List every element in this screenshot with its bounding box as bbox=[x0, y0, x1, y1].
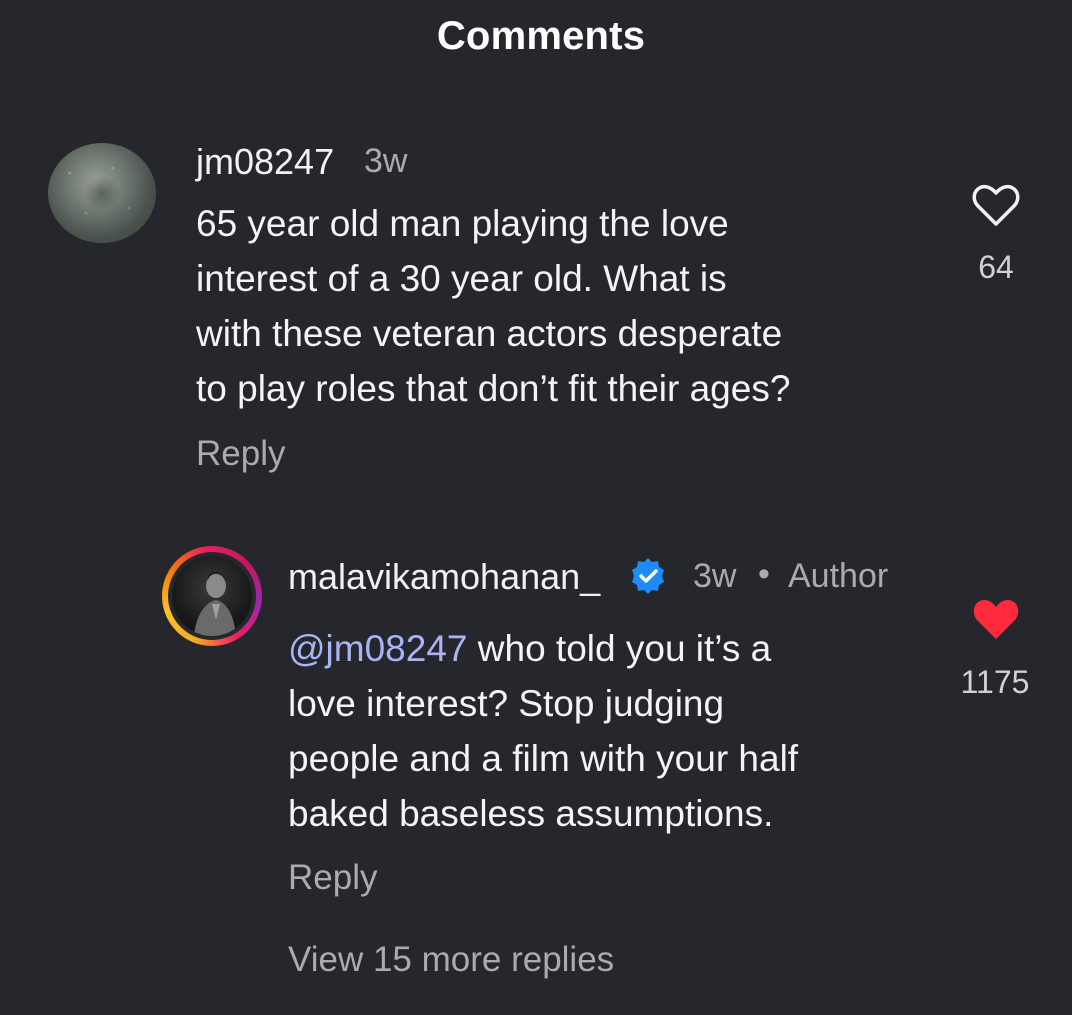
comment-text-line: baked baseless assumptions. bbox=[288, 793, 774, 834]
comment-text: 65 year old man playing the love interes… bbox=[196, 196, 790, 416]
meta-separator: • bbox=[758, 555, 770, 593]
comment-text-line: with these veteran actors desperate bbox=[196, 313, 783, 354]
comment-text-line: who told you it’s a bbox=[467, 628, 772, 669]
heart-filled-icon[interactable] bbox=[972, 598, 1020, 642]
like-count: 64 bbox=[978, 249, 1014, 285]
comment-text-line: people and a film with your half bbox=[288, 738, 799, 779]
comment-username[interactable]: malavikamohanan_ bbox=[288, 556, 600, 598]
comment-text-line: interest of a 30 year old. What is bbox=[196, 258, 727, 299]
verified-badge-icon bbox=[632, 558, 664, 594]
comment-timestamp: 3w bbox=[693, 557, 737, 595]
comment-timestamp: 3w bbox=[364, 142, 408, 180]
heart-outline-icon[interactable] bbox=[972, 184, 1020, 228]
comment-text: @jm08247 who told you it’s a love intere… bbox=[288, 621, 798, 841]
comment-text-line: 65 year old man playing the love bbox=[196, 203, 729, 244]
page-title: Comments bbox=[436, 14, 646, 58]
comment-text-line: to play roles that don’t fit their ages? bbox=[196, 368, 791, 409]
author-badge: Author bbox=[788, 557, 889, 595]
avatar-story-ring[interactable] bbox=[162, 546, 262, 646]
avatar bbox=[172, 556, 252, 636]
avatar[interactable] bbox=[48, 143, 156, 243]
comment-username[interactable]: jm08247 bbox=[196, 141, 334, 183]
comment-text-line: love interest? Stop judging bbox=[288, 683, 725, 724]
reply-button[interactable]: Reply bbox=[288, 858, 377, 898]
reply-button[interactable]: Reply bbox=[196, 434, 285, 474]
comments-sheet: Comments jm08247 3w 65 year old man play… bbox=[0, 0, 1072, 1015]
view-more-replies-button[interactable]: View 15 more replies bbox=[288, 940, 614, 980]
mention-link[interactable]: @jm08247 bbox=[288, 628, 468, 669]
like-count: 1175 bbox=[960, 664, 1030, 700]
